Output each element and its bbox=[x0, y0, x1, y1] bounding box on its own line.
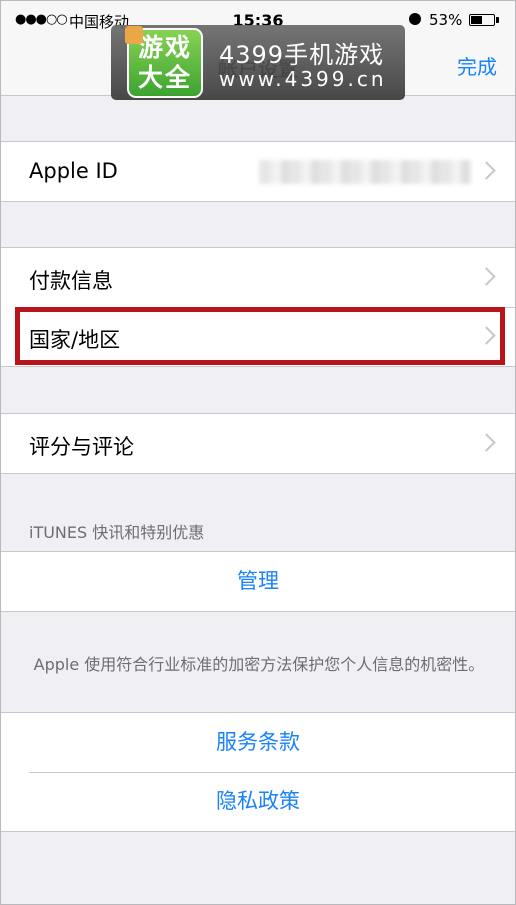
country-region-label: 国家/地区 bbox=[29, 328, 121, 352]
ratings-reviews-label: 评分与评论 bbox=[29, 435, 134, 459]
battery-tip-icon bbox=[496, 17, 499, 23]
chevron-right-icon bbox=[477, 267, 496, 286]
privacy-note: Apple 使用符合行业标准的加密方法保护您个人信息的机密性。 bbox=[33, 655, 485, 674]
payment-info-row[interactable]: 付款信息 bbox=[1, 248, 515, 307]
battery-fill bbox=[471, 16, 482, 24]
legal-group: 服务条款 隐私政策 bbox=[1, 712, 515, 832]
country-region-row[interactable]: 国家/地区 bbox=[1, 307, 515, 366]
itunes-section-header: iTUNES 快讯和特别优惠 bbox=[29, 523, 205, 542]
chevron-right-icon bbox=[477, 161, 496, 180]
alarm-icon bbox=[409, 13, 421, 25]
screen: ●●●○○ 中国移动 15:36 53% 帐户设置 完成 游戏大全 4399手机… bbox=[0, 0, 516, 905]
watermark-title: 4399手机游戏 bbox=[219, 41, 385, 69]
account-group: 付款信息 国家/地区 bbox=[1, 247, 515, 367]
watermark-url: www.4399.cn bbox=[219, 67, 387, 91]
ratings-reviews-row[interactable]: 评分与评论 bbox=[1, 414, 515, 473]
watermark-banner: 游戏 大全 4399手机游戏 www.4399.cn bbox=[111, 25, 405, 100]
battery-icon bbox=[469, 14, 495, 26]
done-button[interactable]: 完成 bbox=[457, 51, 497, 80]
chevron-right-icon bbox=[477, 433, 496, 452]
manage-button[interactable]: 管理 bbox=[1, 552, 515, 611]
watermark-logo: 游戏 大全 bbox=[125, 26, 203, 98]
new-ribbon-icon bbox=[125, 26, 143, 44]
apple-id-group: Apple ID bbox=[1, 141, 515, 202]
privacy-policy-link[interactable]: 隐私政策 bbox=[1, 772, 515, 831]
terms-of-service-link[interactable]: 服务条款 bbox=[1, 713, 515, 772]
itunes-group: 管理 bbox=[1, 551, 515, 612]
ratings-group: 评分与评论 bbox=[1, 413, 515, 474]
watermark-logo-line-2: 大全 bbox=[137, 63, 192, 92]
battery-percent: 53% bbox=[429, 11, 463, 29]
chevron-right-icon bbox=[477, 326, 496, 345]
payment-info-label: 付款信息 bbox=[29, 269, 113, 293]
apple-id-row[interactable]: Apple ID bbox=[1, 142, 515, 201]
apple-id-label: Apple ID bbox=[29, 159, 118, 183]
apple-id-value-blurred bbox=[259, 160, 471, 184]
